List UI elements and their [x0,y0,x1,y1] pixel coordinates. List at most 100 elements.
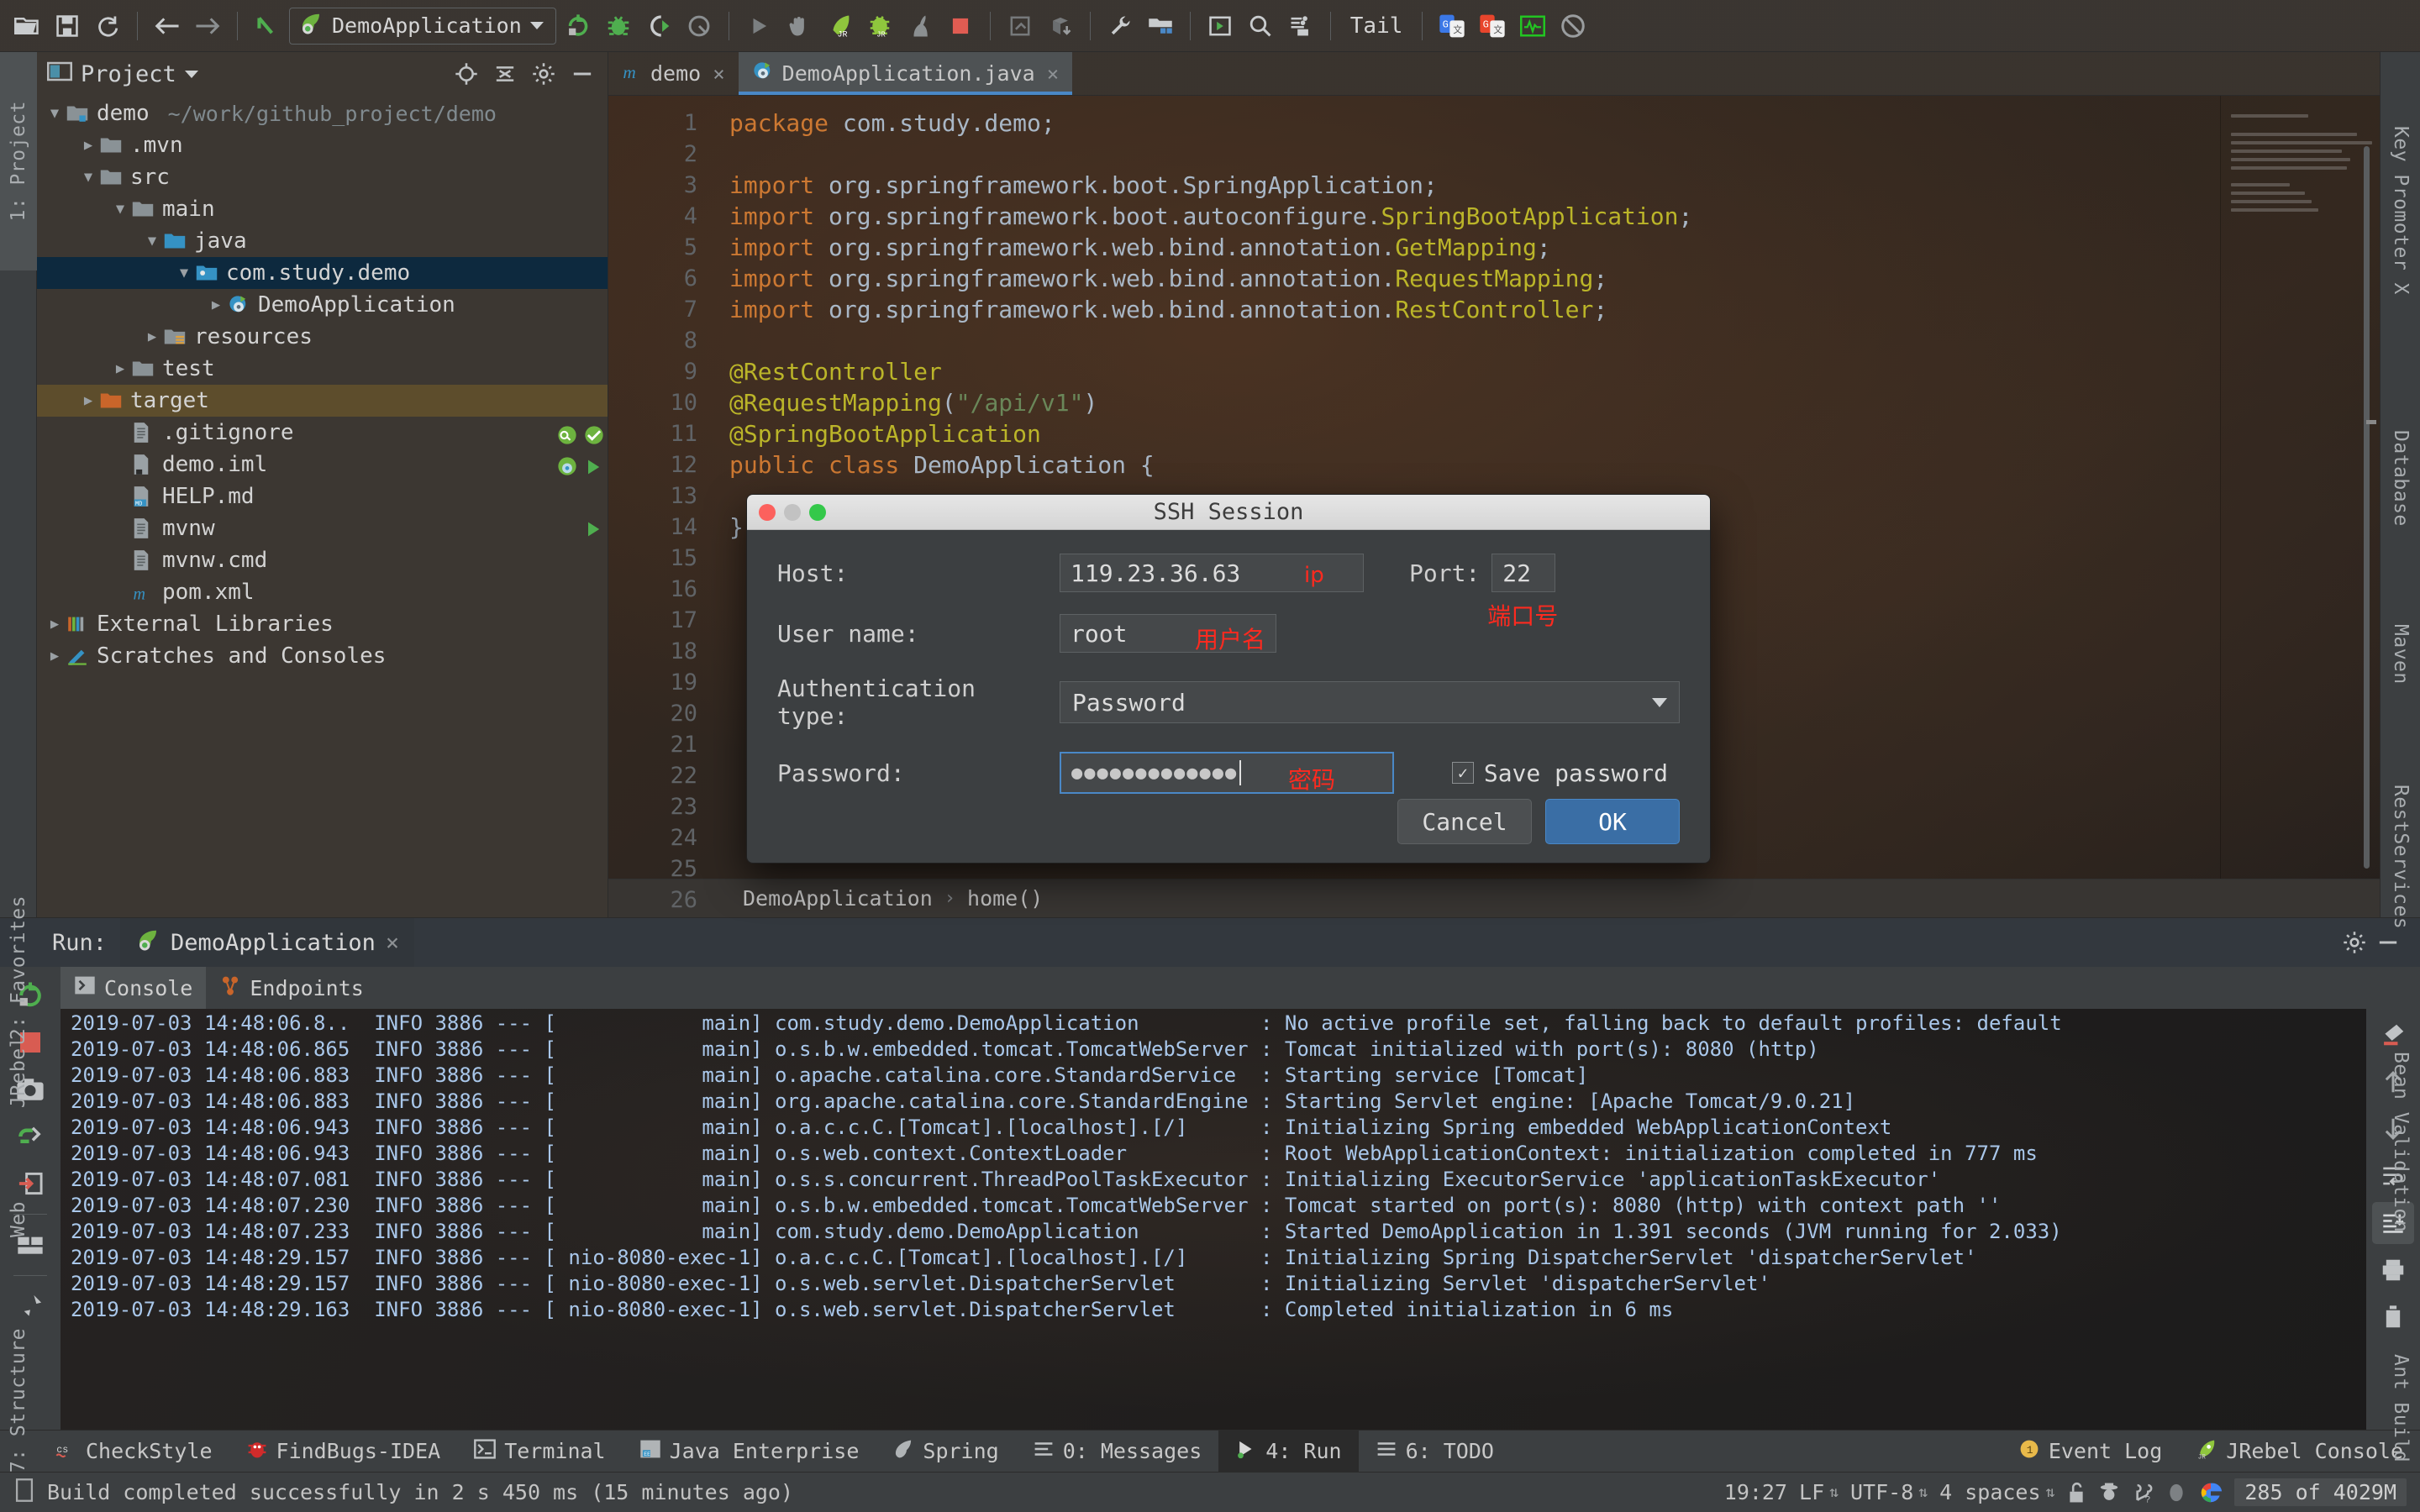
tree-node-target[interactable]: ▶ target [37,385,608,417]
breadcrumb-class[interactable]: DemoApplication [743,886,933,911]
editor-scrollbar[interactable] [2364,146,2370,869]
tab-console[interactable]: Console [60,967,207,1009]
tool-button-todo[interactable]: 6: TODO [1359,1431,1511,1473]
rerun-icon[interactable] [560,8,597,45]
tree-node-mvnw[interactable]: mvnw [37,512,608,544]
minimize-icon[interactable] [567,59,597,89]
run-configuration-selector[interactable]: DemoApplication [289,7,556,45]
sidebar-item-project[interactable]: 1: Project [0,52,37,270]
editor-tab-demoapplication[interactable]: DemoApplication.java × [738,52,1073,95]
rabbit-icon[interactable] [902,8,939,45]
tree-node-gitignore[interactable]: .gitignore [37,417,608,449]
sync-icon[interactable] [89,8,126,45]
notification-icon[interactable] [2165,1481,2187,1504]
auth-type-select[interactable]: Password [1060,681,1680,723]
run-config-tab[interactable]: DemoApplication × [120,918,415,967]
no-entry-icon[interactable] [1555,8,1591,45]
undo-icon[interactable] [249,8,286,45]
database-save-icon[interactable] [1282,8,1319,45]
search-icon[interactable] [1242,8,1279,45]
sidebar-item-structure[interactable]: 7: Structure [0,1295,37,1505]
chevron-down-icon[interactable]: ▼ [173,265,195,281]
lock-open-icon[interactable] [2066,1481,2086,1504]
tree-node-mvnw-cmd[interactable]: mvnw.cmd [37,544,608,576]
tail-button[interactable]: Tail [1342,13,1412,39]
sidebar-item-key-promoter[interactable]: Key Promoter X [2381,59,2420,361]
sidebar-item-maven[interactable]: Maven [2381,585,2420,723]
save-icon[interactable] [49,8,86,45]
spring-search-gutter-icon[interactable] [556,423,578,454]
breadcrumb[interactable]: DemoApplication › home() [608,879,2380,917]
open-folder-icon[interactable] [8,8,45,45]
chevron-right-icon[interactable]: ▶ [205,297,227,313]
close-icon[interactable]: × [386,930,399,956]
google-icon[interactable] [2199,1481,2223,1504]
file-encoding[interactable]: UTF-8 ⇅ [1850,1480,1928,1504]
package-down-icon[interactable] [1042,8,1079,45]
tree-node-main[interactable]: ▼ main [37,193,608,225]
tool-button-findbugs[interactable]: FindBugs-IDEA [229,1431,458,1473]
tool-button-spring[interactable]: Spring [876,1431,1015,1473]
indent-setting[interactable]: 4 spaces ⇅ [1939,1480,2054,1504]
stop-hand-icon[interactable] [781,8,818,45]
sidebar-item-ant-build[interactable]: Ant Build [2381,1304,2420,1512]
ssh-session-dialog[interactable]: SSH Session Host: 119.23.36.63 ip Port: … [746,494,1711,864]
tree-node-src[interactable]: ▼ src [37,161,608,193]
chevron-down-icon[interactable] [529,22,544,29]
chevron-down-icon[interactable] [184,70,198,78]
username-input[interactable]: root 用户名 [1060,614,1276,654]
chevron-right-icon[interactable]: ▶ [77,137,99,154]
chevron-down-icon[interactable]: ▼ [77,169,99,186]
forward-arrow-icon[interactable] [189,8,226,45]
jrebel-run-icon[interactable]: JR [821,8,858,45]
tree-node-test[interactable]: ▶ test [37,353,608,385]
vcs-branch-icon[interactable]: ? [2132,1481,2154,1504]
editor-gutter[interactable]: 123 456 789 10 11 12 13 14 15 16 17 18 1… [558,96,709,913]
sidebar-item-restservices[interactable]: RestServices [2381,731,2420,983]
sidebar-item-database[interactable]: Database [2381,381,2420,575]
translate-red-icon[interactable]: G文 [1474,8,1511,45]
tool-button-terminal[interactable]: Terminal [457,1431,622,1473]
run-gutter-icon[interactable] [583,454,603,486]
chevron-down-icon[interactable]: ▼ [109,201,131,218]
chevron-right-icon[interactable]: ▶ [44,616,66,633]
editor-minimap[interactable] [2220,96,2380,879]
tab-endpoints[interactable]: Endpoints [206,967,376,1009]
breadcrumb-method[interactable]: home() [967,886,1043,911]
run-with-coverage-icon[interactable] [640,8,677,45]
run-method-gutter-icon[interactable] [583,517,603,548]
close-icon[interactable]: × [713,62,724,86]
host-input[interactable]: 119.23.36.63 ip [1060,554,1364,592]
tree-node-demo-iml[interactable]: demo.iml [37,449,608,480]
locate-icon[interactable] [451,59,481,89]
sidebar-item-bean-validation[interactable]: Bean Validation [2381,991,2420,1294]
ok-button[interactable]: OK [1545,799,1680,844]
chevron-right-icon[interactable]: ▶ [44,648,66,664]
tool-button-run[interactable]: 4: Run [1218,1430,1359,1473]
jrebel-debug-icon[interactable]: JR [861,8,898,45]
password-input[interactable]: ●●●●●●●●●●●●● 密码 [1060,752,1394,794]
caret-position[interactable]: 19:27 [1724,1480,1787,1504]
save-password-checkbox[interactable]: ✓ Save password [1451,759,1668,787]
debug-icon[interactable] [600,8,637,45]
port-input[interactable]: 22 端口号 [1487,554,1558,630]
chevron-right-icon[interactable]: ▶ [77,392,99,409]
console-run-icon[interactable] [1202,8,1239,45]
project-tree[interactable]: ▼ demo ~/work/github_project/demo ▶ .mvn… [37,96,608,917]
tool-button-messages[interactable]: 0: Messages [1016,1431,1219,1473]
back-arrow-icon[interactable] [149,8,186,45]
tree-node-resources[interactable]: ▶ resources [37,321,608,353]
console-output-area[interactable]: 2019-07-03 14:48:06.8.. INFO 3886 --- [ … [60,1009,2420,1430]
google-translate-icon[interactable]: G文 [1434,8,1470,45]
tree-node-scratches[interactable]: ▶ Scratches and Consoles [37,640,608,672]
chevron-down-icon[interactable] [1652,697,1667,707]
tree-node-pom-xml[interactable]: m pom.xml [37,576,608,608]
editor-tab-demo[interactable]: m demo × [608,52,739,95]
tool-button-event-log[interactable]: 1 Event Log [2002,1431,2179,1473]
run-icon[interactable] [740,8,777,45]
project-structure-icon[interactable] [1142,8,1179,45]
tree-node-help-md[interactable]: MD HELP.md [37,480,608,512]
sidebar-item-jrebel[interactable]: JRebel [0,996,37,1147]
collapse-all-icon[interactable] [490,59,520,89]
sidebar-item-web[interactable]: Web [0,1161,37,1278]
